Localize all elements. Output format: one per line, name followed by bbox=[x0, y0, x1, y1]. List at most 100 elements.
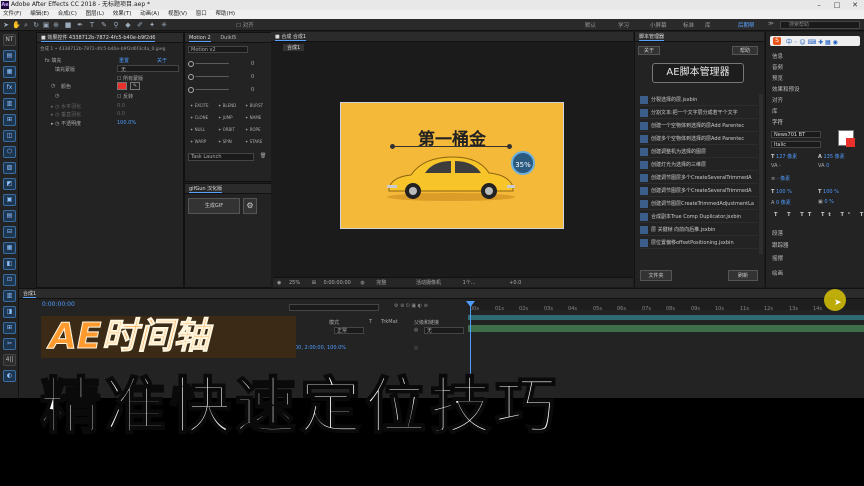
brush-tool-icon[interactable]: ✎ bbox=[100, 21, 108, 29]
zoom-tool-icon[interactable]: ⌕ bbox=[22, 21, 30, 29]
script-icon-15[interactable]: ⊡ bbox=[3, 274, 16, 286]
script-icon-6[interactable]: ◫ bbox=[3, 130, 16, 142]
align-checkbox[interactable]: ☐ 对齐 bbox=[236, 21, 254, 29]
vertical-scale-field[interactable]: T 100 % bbox=[771, 189, 792, 195]
panel-library[interactable]: 库 bbox=[772, 107, 778, 115]
minimize-button[interactable]: – bbox=[810, 0, 828, 10]
script-icon-19[interactable]: ✂ bbox=[3, 338, 16, 350]
slider-1[interactable]: ─────────── bbox=[188, 61, 229, 68]
slider-2-value[interactable]: 0 bbox=[251, 74, 254, 80]
clone-stamp-tool-icon[interactable]: ⚲ bbox=[112, 21, 120, 29]
tab-duik[interactable]: DuikI5 bbox=[220, 35, 236, 41]
tsume-field[interactable]: ▣ 0 % bbox=[818, 199, 834, 205]
slider-3-value[interactable]: 0 bbox=[251, 87, 254, 93]
workspace-more[interactable]: ≫ bbox=[768, 21, 774, 27]
font-size-field[interactable]: T 127 像素 bbox=[771, 153, 797, 160]
timeline-search-input[interactable] bbox=[289, 304, 379, 311]
script-icon-9[interactable]: ◩ bbox=[3, 178, 16, 190]
ime-toolbar[interactable]: S 中 ◦ ☺ ⌨ ✚ ▦ ◉ bbox=[770, 36, 860, 46]
fx-icon[interactable]: fx bbox=[3, 82, 16, 94]
help-search-input[interactable]: 搜索帮助 bbox=[780, 21, 860, 29]
motion-btn-spin[interactable]: ✦ SPIN bbox=[218, 139, 232, 144]
invert-stopwatch-icon[interactable]: ◷ bbox=[55, 93, 59, 99]
script-item[interactable]: 创建灯光为选择的三维层 bbox=[640, 159, 758, 171]
script-item[interactable]: 层位置偏移offsetPositioning.jsxbin bbox=[640, 237, 758, 249]
font-style-select[interactable]: Italic bbox=[771, 141, 821, 148]
close-button[interactable]: ✕ bbox=[846, 0, 864, 10]
motion-preset-select[interactable]: Motion v2 bbox=[188, 46, 248, 53]
stroke-width-field[interactable]: ≡ - 像素 bbox=[771, 175, 790, 182]
timeline-tab[interactable]: 合成1 bbox=[19, 289, 864, 299]
script-item[interactable]: 创建调节图层多个CreateSeveralTrimmedA bbox=[640, 172, 758, 184]
motion-btn-orbit[interactable]: ✦ ORBIT bbox=[218, 127, 235, 132]
script-about-button[interactable]: 关于 bbox=[638, 46, 660, 55]
pen-tool-icon[interactable]: ✒ bbox=[76, 21, 84, 29]
layer-duration-bar-2[interactable] bbox=[468, 325, 864, 332]
parent-select[interactable]: 无 bbox=[424, 327, 464, 334]
menu-layer[interactable]: 图层(L) bbox=[86, 11, 104, 17]
camera-tool-icon[interactable]: ▣ bbox=[42, 21, 50, 29]
color-swatch[interactable] bbox=[117, 82, 127, 90]
hand-tool-icon[interactable]: ✋ bbox=[12, 21, 21, 29]
script-icon-21[interactable]: ◐ bbox=[3, 370, 16, 382]
script-list-scrollbar[interactable] bbox=[759, 94, 763, 254]
layer-link-icon[interactable]: ◎ bbox=[414, 345, 418, 351]
motion-btn-stare[interactable]: ✦ STARE bbox=[245, 139, 262, 144]
tracking-field[interactable]: VA 0 bbox=[818, 163, 829, 169]
menu-edit[interactable]: 编辑(E) bbox=[30, 11, 49, 17]
opacity-value[interactable]: 100.0% bbox=[117, 120, 136, 126]
roto-brush-tool-icon[interactable]: ✐ bbox=[136, 21, 144, 29]
script-icon-2[interactable]: ▦ bbox=[3, 66, 16, 78]
motion-btn-warp[interactable]: ✦ WARP bbox=[190, 139, 206, 144]
script-item[interactable]: 创建一个空物体到选择的层Add Parentec bbox=[640, 120, 758, 132]
workspace-default[interactable]: 默认 bbox=[585, 21, 596, 29]
workspace-library[interactable]: 库 bbox=[705, 21, 711, 29]
panel-tracker[interactable]: 跟踪器 bbox=[772, 241, 789, 249]
timeline-switch-icons[interactable]: ⚙ ⊕ ⏻ ▣ ◐ ⊚ bbox=[394, 303, 428, 309]
panel-info[interactable]: 信息 bbox=[772, 52, 783, 60]
script-icon-18[interactable]: ⊞ bbox=[3, 322, 16, 334]
menu-help[interactable]: 帮助(H) bbox=[216, 11, 235, 17]
script-item[interactable]: 创建调节图层CreateTrimmedAdjustmentLa bbox=[640, 198, 758, 210]
trash-icon[interactable]: 🗑 bbox=[260, 153, 266, 159]
menu-composition[interactable]: 合成(C) bbox=[58, 11, 77, 17]
menu-effect[interactable]: 效果(T) bbox=[113, 11, 132, 17]
comp-timecode[interactable]: 0:00:00:00 bbox=[323, 280, 350, 286]
timeline-timecode[interactable]: 0:00:00:00 bbox=[42, 301, 75, 308]
reset-link[interactable]: 重置 bbox=[119, 57, 129, 64]
script-item[interactable]: 创建调整机为选择的图层 bbox=[640, 146, 758, 158]
script-item[interactable]: 合成副本True Comp Duplicator.jsxbin bbox=[640, 211, 758, 223]
comp-subtab[interactable]: 合成1 bbox=[283, 44, 305, 51]
script-icon-5[interactable]: ⊞ bbox=[3, 114, 16, 126]
comp-tab[interactable]: ■ 合成 合成1 bbox=[271, 32, 633, 42]
fx-name-row[interactable]: fx 填充 bbox=[45, 57, 61, 64]
task-launch-select[interactable]: Task Launch bbox=[188, 153, 254, 161]
faux-style-buttons[interactable]: T T TT Tt T¹ T₁ bbox=[774, 212, 864, 218]
pan-behind-tool-icon[interactable]: ⊕ bbox=[52, 21, 60, 29]
slider-2[interactable]: ─────────── bbox=[188, 74, 229, 81]
leading-field[interactable]: A 135 像素 bbox=[818, 153, 845, 160]
workspace-learn[interactable]: 学习 bbox=[618, 21, 629, 29]
script-icon-11[interactable]: ▤ bbox=[3, 210, 16, 222]
script-icon-16[interactable]: ▥ bbox=[3, 290, 16, 302]
snapshot-icon[interactable]: ◍ bbox=[360, 280, 364, 286]
workspace-small-screen[interactable]: 小屏幕 bbox=[650, 21, 667, 29]
workspace-standard[interactable]: 标准 bbox=[683, 21, 694, 29]
tab-motion2[interactable]: Motion 2 bbox=[189, 35, 211, 42]
script-icon-8[interactable]: ▨ bbox=[3, 162, 16, 174]
folder-button[interactable]: 文件夹 bbox=[640, 270, 672, 281]
script-icon-7[interactable]: ⬡ bbox=[3, 146, 16, 158]
camera-select[interactable]: 活动摄像机 bbox=[416, 280, 441, 286]
panel-paint[interactable]: 绘画 bbox=[772, 269, 783, 277]
slider-3[interactable]: ─────────── bbox=[188, 87, 229, 94]
layer-mode-select[interactable]: 正常 bbox=[334, 327, 364, 334]
menu-animation[interactable]: 动画(A) bbox=[140, 11, 159, 17]
invert-checkbox[interactable]: ☐ 反转 bbox=[117, 93, 133, 100]
panel-wiggler[interactable]: 摇摆 bbox=[772, 254, 783, 262]
menu-file[interactable]: 文件(F) bbox=[3, 11, 21, 17]
comp-magnifier-icon[interactable]: ◉ bbox=[277, 280, 281, 286]
script-icon-12[interactable]: ⊟ bbox=[3, 226, 16, 238]
script-item[interactable]: 层 关键帧 向前向后推.jsxbin bbox=[640, 224, 758, 236]
font-family-select[interactable]: News701 BT bbox=[771, 131, 821, 138]
slider-1-value[interactable]: 0 bbox=[251, 61, 254, 67]
